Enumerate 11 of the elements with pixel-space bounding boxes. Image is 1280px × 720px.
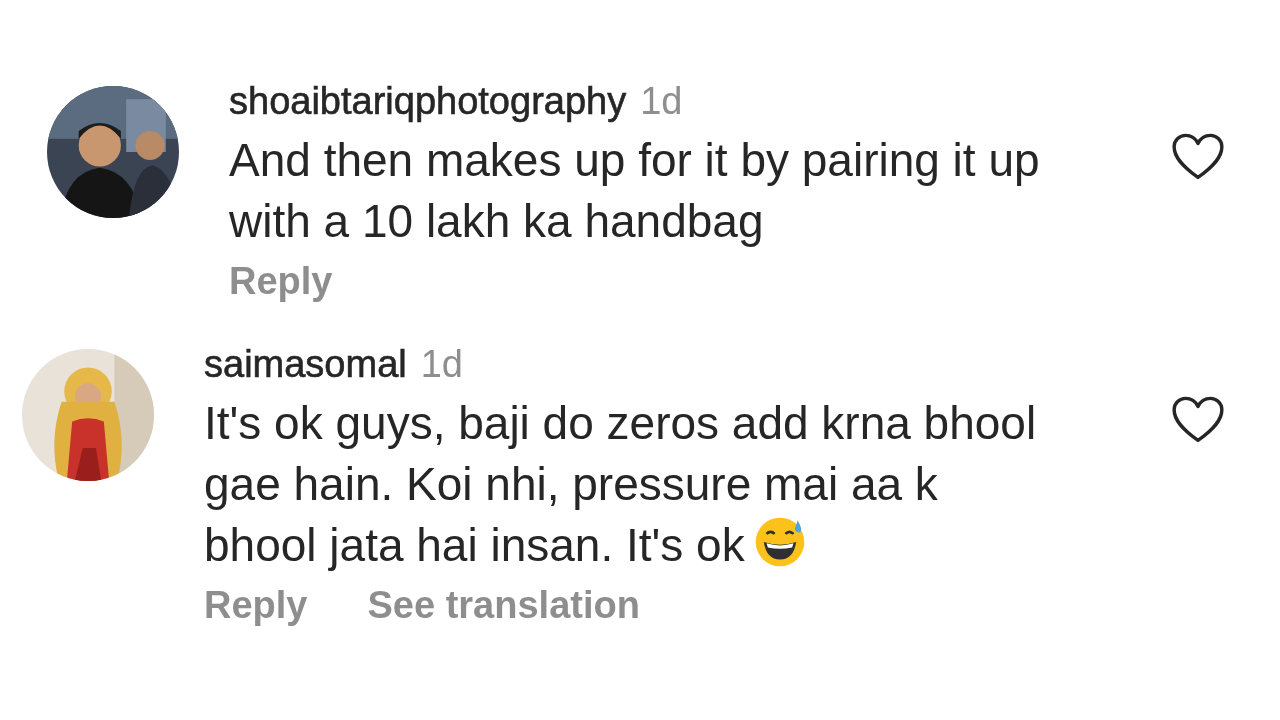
timestamp: 1d — [420, 343, 463, 386]
username[interactable]: shoaibtariqphotography — [229, 80, 627, 123]
comment-action-link[interactable]: Reply — [204, 584, 308, 627]
comment-text: And then makes up for it by pairing it up with a 10 lakh ka handbag — [229, 133, 1041, 249]
comment-action-link[interactable]: Reply — [229, 260, 333, 303]
comment-text: It's ok guys, baji do zeros add krna bhool gae hain. Koi nhi, pressure mai aa k bhool jata hai insan. It's ok — [204, 396, 1038, 573]
heart-icon[interactable] — [1170, 395, 1226, 445]
username[interactable]: saimasomal — [204, 343, 407, 386]
comment-action-link[interactable]: See translation — [367, 584, 640, 627]
heart-icon[interactable] — [1170, 132, 1226, 182]
timestamp: 1d — [640, 80, 683, 123]
